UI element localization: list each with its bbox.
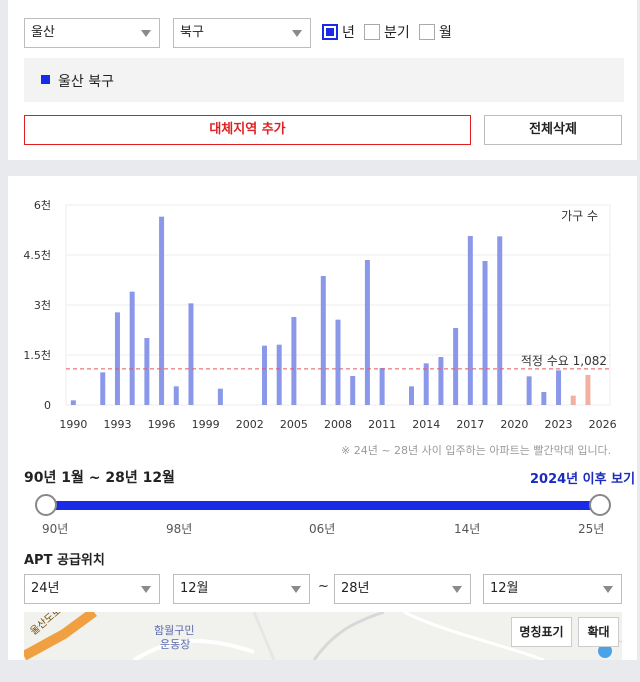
name-display-button[interactable]: 명칭표기 <box>511 617 572 647</box>
chart-bar <box>570 395 576 405</box>
range-tick: 98년 <box>166 522 193 536</box>
page-bottom <box>0 660 640 682</box>
from-month-select[interactable]: 12월 <box>173 574 310 604</box>
range-tick: 06년 <box>309 522 336 536</box>
range-slider-start-handle[interactable] <box>35 494 57 516</box>
chart-bar <box>159 216 165 405</box>
chart-note: ※ 24년 ~ 28년 사이 입주하는 아파트는 빨간막대 입니다. <box>341 444 612 457</box>
chart-bar <box>100 372 106 405</box>
chevron-down-icon <box>452 586 462 593</box>
chart-bar <box>217 388 223 405</box>
chart-bar <box>291 317 297 405</box>
apt-location-title: APT 공급위치 <box>24 553 105 568</box>
district-select-value: 북구 <box>180 25 204 40</box>
period-quarter-label: 분기 <box>384 25 410 41</box>
period-year-label: 년 <box>342 25 355 41</box>
chart-bar <box>144 338 150 405</box>
chart-bar <box>438 357 444 405</box>
range-tick: 14년 <box>454 522 481 536</box>
chart-bar <box>585 375 591 405</box>
chart-y-tick-label: 0 <box>44 399 51 412</box>
region-color-square <box>41 75 50 84</box>
chart-bar <box>453 328 459 405</box>
from-month-value: 12월 <box>180 581 209 596</box>
chart-x-tick-label: 2026 <box>589 418 617 431</box>
chart-bar <box>379 368 385 405</box>
chart-x-tick-label: 2011 <box>368 418 396 431</box>
chart-y-tick-label: 6천 <box>34 198 51 212</box>
chart-bar <box>541 392 547 405</box>
to-month-select[interactable]: 12월 <box>483 574 622 604</box>
chart-x-tick-label: 2017 <box>456 418 484 431</box>
chart-bar <box>556 370 562 405</box>
chevron-down-icon <box>141 586 151 593</box>
chevron-down-icon <box>603 586 613 593</box>
chart-bar <box>364 260 370 405</box>
chart-x-tick-label: 1990 <box>59 418 87 431</box>
chevron-down-icon <box>292 30 302 37</box>
chart-bars <box>70 216 591 405</box>
chart-x-tick-label: 1993 <box>103 418 131 431</box>
zoom-button[interactable]: 확대 <box>578 617 619 647</box>
period-month-checkbox[interactable] <box>419 24 435 40</box>
from-year-select[interactable]: 24년 <box>24 574 160 604</box>
range-slider-end-handle[interactable] <box>589 494 611 516</box>
chart-bar <box>320 276 326 405</box>
to-month-value: 12월 <box>490 581 519 596</box>
region-select-value: 울산 <box>31 25 55 40</box>
chart-bar <box>497 236 503 405</box>
region-select[interactable]: 울산 <box>24 18 160 48</box>
chevron-down-icon <box>141 30 151 37</box>
chart-bar <box>276 344 282 405</box>
range-tick: 25년 <box>578 522 605 536</box>
chart-bar <box>482 261 488 405</box>
range-separator: ~ <box>318 579 329 594</box>
chart-bar <box>129 291 135 405</box>
chart-y-ticks: 6천 4.5천 3천 1.5천 0 <box>23 198 51 412</box>
chart-bar <box>188 303 194 405</box>
delete-all-button[interactable]: 전체삭제 <box>484 115 622 145</box>
period-month-label: 월 <box>439 25 452 41</box>
chart-bar <box>409 386 415 405</box>
chart-y-tick-label: 4.5천 <box>23 248 51 262</box>
chart-bar <box>526 376 532 405</box>
chevron-down-icon <box>291 586 301 593</box>
selected-region-label: 울산 북구 <box>58 74 114 90</box>
chart-bar <box>423 363 429 405</box>
chart-bar <box>335 319 341 405</box>
chart-legend: 가구 수 <box>561 209 598 223</box>
chart-x-tick-label: 2002 <box>236 418 264 431</box>
supply-bar-chart: 6천 4.5천 3천 1.5천 0 1990 1993 1996 1999 2002 2005 20… <box>23 198 616 431</box>
chart-x-tick-label: 2023 <box>545 418 573 431</box>
from-year-value: 24년 <box>31 581 60 596</box>
chart-x-ticks: 1990 1993 1996 1999 2002 2005 2008 2011 2014 2017… <box>59 418 616 431</box>
map-poi-label-line2: 운동장 <box>160 638 191 651</box>
chart-bar <box>114 312 120 405</box>
range-slider-track[interactable] <box>46 501 600 510</box>
chart-x-tick-label: 1999 <box>192 418 220 431</box>
period-year-checkbox[interactable] <box>322 24 338 40</box>
chart-bar <box>173 386 179 405</box>
chart-bar <box>467 236 473 405</box>
chart-bar <box>350 376 356 405</box>
chart-x-tick-label: 2014 <box>412 418 440 431</box>
range-tick: 90년 <box>42 522 69 536</box>
add-region-button[interactable]: 대체지역 추가 <box>24 115 471 145</box>
chart-y-tick-label: 1.5천 <box>23 348 51 362</box>
chart-x-tick-label: 2020 <box>500 418 528 431</box>
chart-x-tick-label: 2008 <box>324 418 352 431</box>
chart-y-tick-label: 3천 <box>34 298 51 312</box>
period-quarter-checkbox[interactable] <box>364 24 380 40</box>
chart-x-tick-label: 1996 <box>148 418 176 431</box>
after-2024-link[interactable]: 2024년 이후 보기 <box>530 468 635 487</box>
to-year-select[interactable]: 28년 <box>334 574 471 604</box>
to-year-value: 28년 <box>341 581 370 596</box>
selected-region-list <box>24 58 624 102</box>
chart-x-tick-label: 2005 <box>280 418 308 431</box>
chart-bar <box>261 345 267 405</box>
district-select[interactable]: 북구 <box>173 18 311 48</box>
demand-label: 적정 수요 1,082 <box>521 354 607 368</box>
chart-bar <box>70 400 76 405</box>
range-title: 90년 1월 ~ 28년 12월 <box>24 470 175 486</box>
